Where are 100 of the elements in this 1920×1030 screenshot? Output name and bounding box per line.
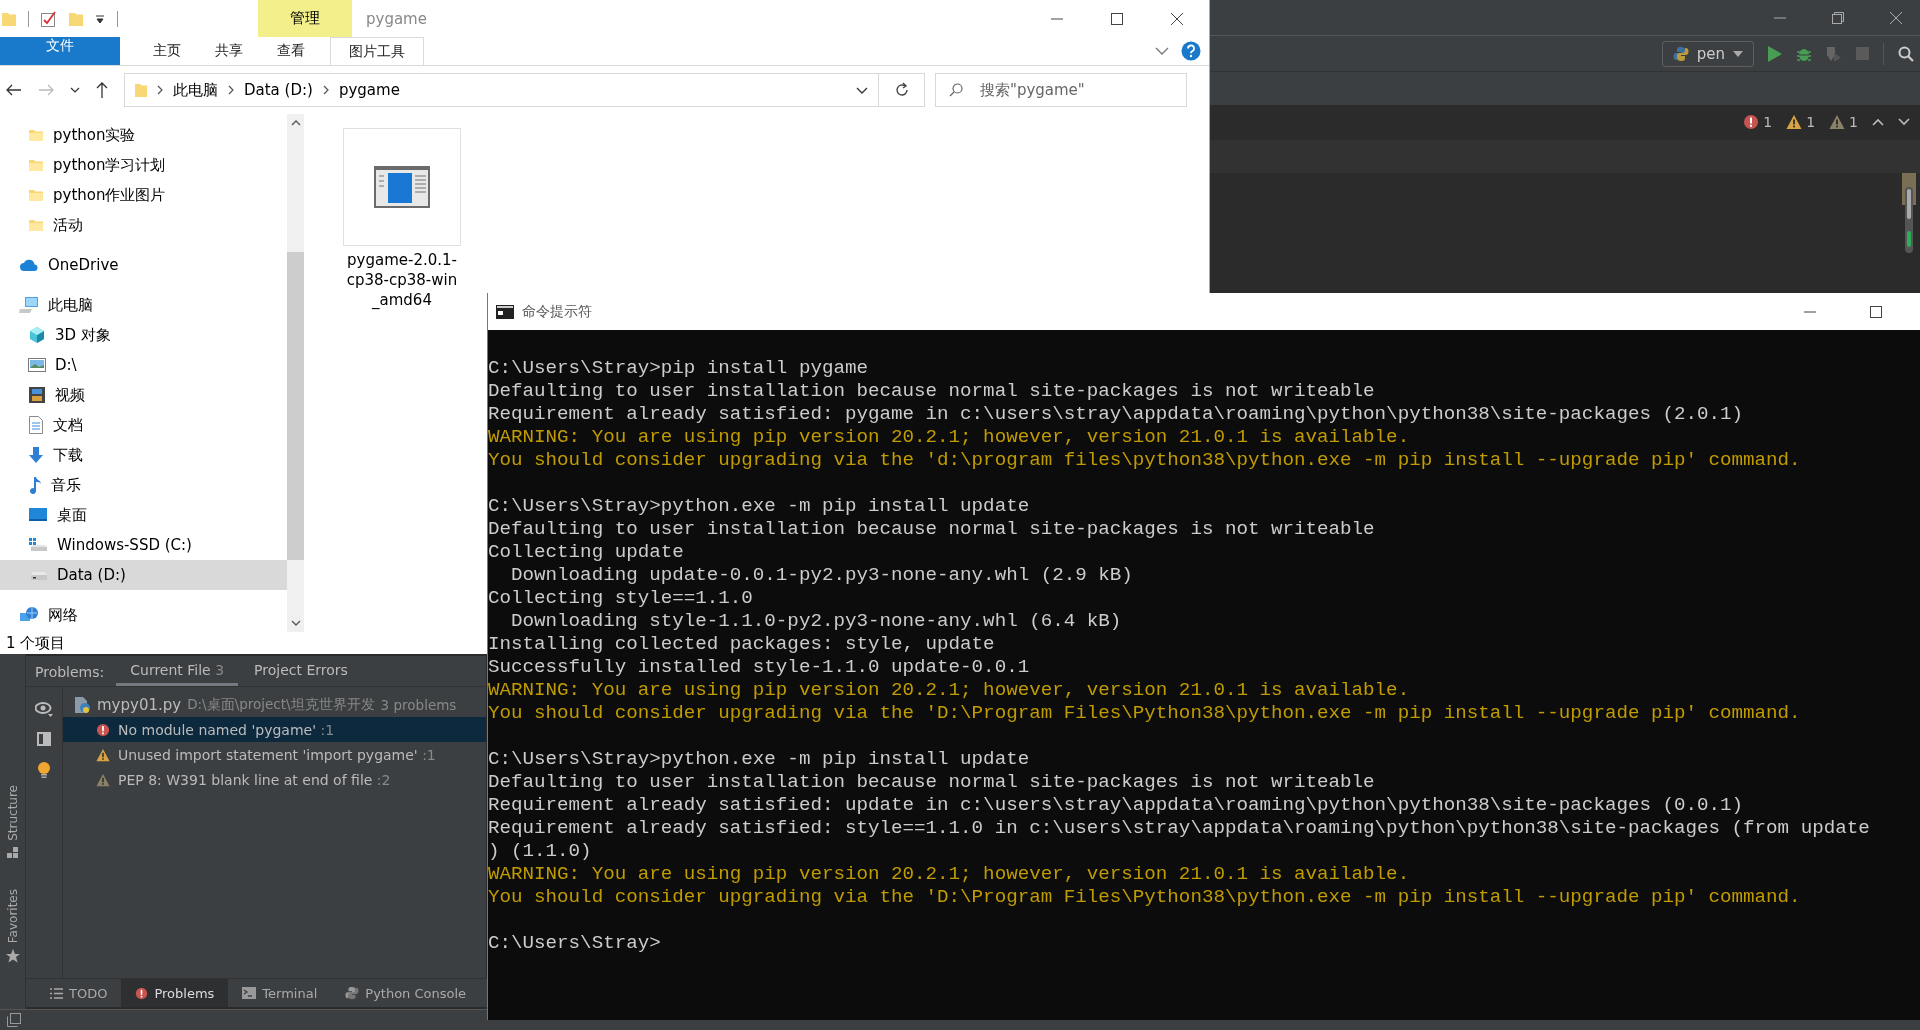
restore-icon[interactable]: [1832, 11, 1844, 24]
nav-item[interactable]: 下载: [0, 440, 287, 470]
command-line: C:\Users\Stray>python.exe -m pip install update: [488, 495, 1030, 518]
folder-icon: [28, 187, 44, 203]
nav-item[interactable]: OneDrive: [0, 250, 287, 280]
maximize-icon[interactable]: [1111, 12, 1123, 25]
desktop-icon: [28, 507, 48, 523]
computer-icon: [19, 296, 39, 314]
tool-window-tab[interactable]: Problems: [121, 979, 229, 1007]
chevron-down-icon[interactable]: [70, 87, 80, 93]
side-tool-tab[interactable]: Structure: [5, 784, 20, 859]
drive-icon: [28, 537, 48, 553]
preview-toggle-icon[interactable]: [36, 731, 52, 747]
file-name[interactable]: mypy01.py: [97, 696, 182, 714]
error-icon: [1743, 114, 1760, 130]
command-line: C:\Users\Stray>pip install pygame: [488, 357, 868, 380]
nav-item[interactable]: 音乐: [0, 470, 287, 500]
nav-item[interactable]: Windows-SSD (C:): [0, 530, 287, 560]
output-line: Installing collected packages: style, update: [488, 633, 995, 656]
run-icon[interactable]: [1768, 45, 1782, 62]
scrollbar-marker-icon: [1902, 173, 1916, 253]
side-tool-tab[interactable]: Favorites: [5, 888, 20, 963]
output-line: Collecting update: [488, 541, 684, 564]
address-bar[interactable]: 此电脑 Data (D:) pygame: [124, 73, 879, 107]
dropdown-icon[interactable]: [95, 13, 105, 24]
nav-item[interactable]: 视频: [0, 380, 287, 410]
tool-window-tab[interactable]: Terminal: [228, 979, 332, 1007]
window-title: 命令提示符: [522, 302, 592, 321]
run-config-dropdown[interactable]: pen: [1661, 40, 1754, 67]
item-count: 1 个项目: [6, 633, 66, 653]
nav-item[interactable]: 文档: [0, 410, 287, 440]
problem-item[interactable]: PEP 8: W391 blank line at end of file :2: [63, 767, 486, 792]
chevron-down-icon[interactable]: [856, 86, 868, 94]
breadcrumb[interactable]: 此电脑: [173, 80, 218, 100]
back-arrow-icon[interactable]: [6, 84, 22, 96]
inspection-count[interactable]: 1: [1763, 114, 1773, 130]
ribbon-tab[interactable]: 图片工具: [330, 37, 424, 65]
close-icon[interactable]: [1890, 11, 1902, 24]
folder-icon: [28, 217, 44, 233]
nav-item[interactable]: python作业图片: [0, 180, 287, 210]
lightbulb-icon[interactable]: [37, 761, 51, 779]
refresh-button[interactable]: [879, 73, 925, 107]
checkbox-icon[interactable]: [41, 10, 57, 27]
problem-item[interactable]: Unused import statement 'import pygame' :1: [63, 742, 486, 767]
nav-item[interactable]: python实验: [0, 120, 287, 150]
close-icon[interactable]: [1171, 12, 1183, 25]
error-icon: [135, 986, 149, 1000]
context-tab-header: 管理: [258, 0, 352, 37]
output-line: Downloading update-0.0.1-py2.py3-none-any.whl (2.9 kB): [510, 564, 1133, 587]
scope-tab[interactable]: Current File 3: [116, 662, 239, 686]
nav-item[interactable]: 此电脑: [0, 290, 287, 320]
nav-item[interactable]: D:\: [0, 350, 287, 380]
nav-item[interactable]: 活动: [0, 210, 287, 240]
search-icon[interactable]: [1898, 45, 1914, 62]
help-icon[interactable]: [1181, 41, 1201, 61]
window-title: pygame: [366, 9, 427, 28]
ribbon-tab[interactable]: 文件: [0, 37, 120, 65]
folder-icon: [28, 127, 44, 143]
nav-item[interactable]: 3D 对象: [0, 320, 287, 350]
inspection-count[interactable]: 1: [1806, 114, 1816, 130]
cloud-icon: [19, 258, 39, 272]
scope-tab[interactable]: Project Errors: [240, 662, 362, 686]
scroll-down-icon[interactable]: [290, 620, 301, 626]
warning-icon: [1786, 114, 1803, 130]
tool-window-tab[interactable]: TODO: [36, 979, 122, 1007]
nav-item[interactable]: python学习计划: [0, 150, 287, 180]
file-name[interactable]: pygame-2.0.1-cp38-cp38-win_amd64: [344, 250, 460, 310]
breadcrumb[interactable]: Data (D:): [244, 81, 313, 99]
maximize-icon[interactable]: [1870, 305, 1882, 318]
chevron-right-icon: [228, 85, 234, 95]
output-line: Defaulting to user installation because normal site-packages is not writeable: [488, 380, 1375, 403]
up-arrow-icon[interactable]: [96, 82, 108, 98]
chevron-up-icon[interactable]: [1872, 118, 1884, 126]
breadcrumb[interactable]: pygame: [338, 81, 400, 99]
error-icon: [96, 722, 110, 737]
warning-line: You should consider upgrading via the 'd:\program files\python38\python.exe -m pip install --upgrade pip' command.: [488, 449, 1801, 472]
caret-icon: [1733, 50, 1743, 57]
scroll-up-icon[interactable]: [290, 120, 301, 126]
command-line: C:\Users\Stray>: [488, 932, 661, 955]
star-icon: [5, 949, 20, 963]
nav-item[interactable]: 桌面: [0, 500, 287, 530]
list-icon: [50, 987, 63, 999]
nav-item[interactable]: 网络: [0, 600, 287, 630]
eye-icon[interactable]: [35, 701, 53, 717]
output-line: Downloading style-1.1.0-py2.py3-none-any.whl (6.4 kB): [510, 610, 1122, 633]
search-field[interactable]: 搜索"pygame": [935, 73, 1187, 107]
chevron-down-icon[interactable]: [1898, 118, 1910, 126]
problem-item[interactable]: No module named 'pygame' :1: [63, 717, 486, 742]
inspection-count[interactable]: 1: [1849, 114, 1858, 130]
nav-item[interactable]: Data (D:): [0, 560, 287, 590]
panel-toggle-icon[interactable]: [7, 1013, 21, 1027]
folder-icon: [135, 82, 147, 98]
problem-count: 3 problems: [380, 697, 457, 713]
tool-window-tab[interactable]: Python Console: [331, 979, 481, 1007]
warning-line: You should consider upgrading via the 'D:\Program Files\Python38\python.exe -m pip install --upgrade pip' command.: [488, 702, 1801, 725]
warning-line: You should consider upgrading via the 'D:\Program Files\Python38\python.exe -m pip install --upgrade pip' command.: [488, 886, 1801, 909]
scrollbar-thumb[interactable]: [287, 252, 304, 560]
file-thumbnail[interactable]: [343, 128, 461, 246]
output-line: ) (1.1.0): [488, 840, 592, 863]
console-icon: [496, 304, 514, 319]
